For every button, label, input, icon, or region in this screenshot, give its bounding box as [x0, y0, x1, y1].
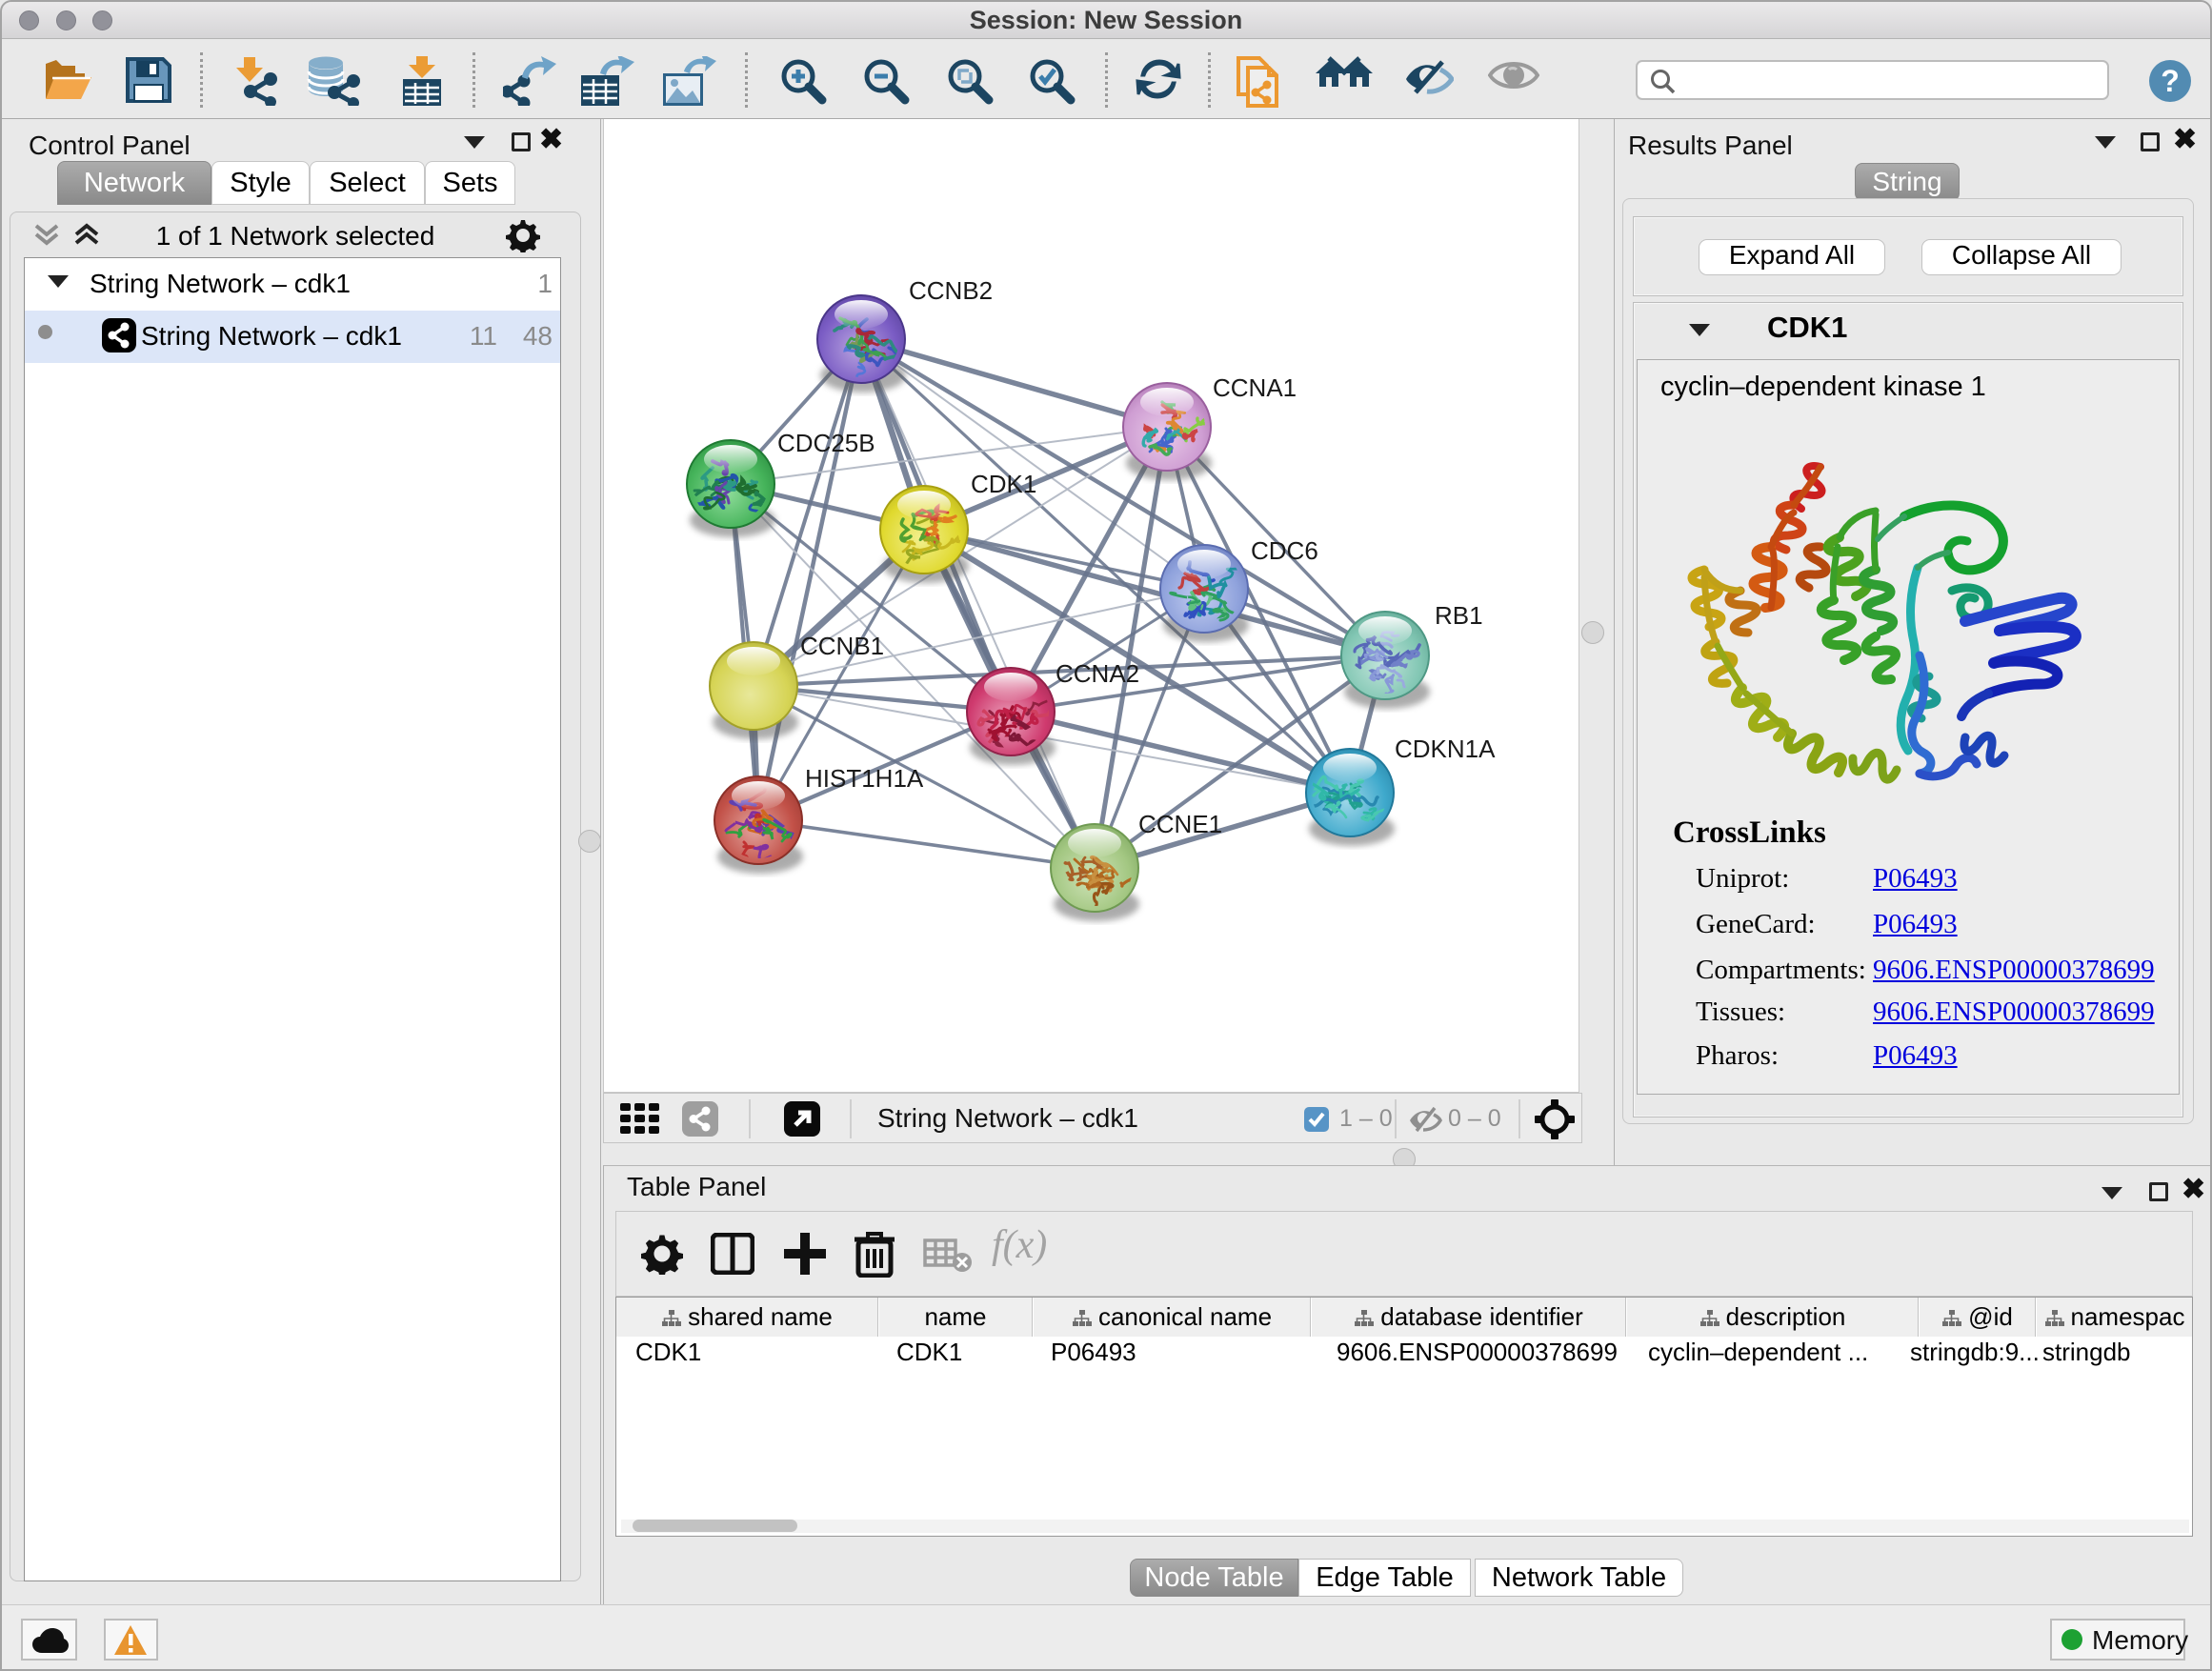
- svg-text:CCNB1: CCNB1: [800, 632, 884, 660]
- svg-text:CDC6: CDC6: [1251, 536, 1318, 565]
- svg-text:CDK1: CDK1: [971, 470, 1036, 498]
- svg-text:CCNA1: CCNA1: [1213, 373, 1297, 402]
- svg-text:CDKN1A: CDKN1A: [1395, 735, 1496, 763]
- svg-text:CCNE1: CCNE1: [1138, 810, 1222, 838]
- svg-text:RB1: RB1: [1435, 601, 1483, 630]
- svg-text:CCNB2: CCNB2: [909, 276, 993, 305]
- svg-text:?: ?: [2161, 64, 2180, 98]
- svg-text:CCNA2: CCNA2: [1056, 659, 1139, 688]
- svg-text:HIST1H1A: HIST1H1A: [805, 764, 924, 793]
- svg-text:CDC25B: CDC25B: [777, 429, 875, 457]
